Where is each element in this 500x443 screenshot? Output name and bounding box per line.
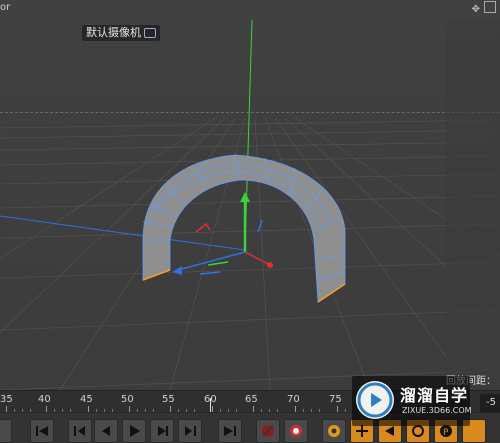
go-to-start-icon[interactable] [30, 419, 54, 443]
horizon-line [0, 112, 500, 113]
timeline-tick: 55 [162, 394, 175, 405]
timeline-tick: 45 [80, 394, 93, 405]
go-to-end-icon[interactable] [218, 419, 242, 443]
step-back-icon[interactable] [94, 419, 118, 443]
next-key-icon[interactable] [178, 419, 202, 443]
watermark-logo [356, 381, 394, 419]
timeline-tick: 65 [245, 394, 258, 405]
timeline-tick: 70 [287, 394, 300, 405]
timeline-tick: 35 [0, 394, 13, 405]
scene-canvas[interactable] [0, 0, 500, 390]
step-forward-icon[interactable] [150, 419, 174, 443]
timeline-tick: 40 [38, 394, 51, 405]
camera-label[interactable]: 默认摄像机 [82, 25, 160, 41]
current-frame-field[interactable]: -5 [480, 394, 500, 412]
record-off-icon[interactable] [256, 419, 280, 443]
svg-text:P: P [443, 428, 449, 438]
settings-icon[interactable] [322, 419, 346, 443]
play-icon[interactable] [122, 419, 146, 443]
watermark: 溜溜自学 ZIXUE.3D66.COM [352, 376, 472, 426]
camera-icon [144, 28, 156, 38]
autokey-icon[interactable] [284, 419, 308, 443]
camera-label-text: 默认摄像机 [86, 26, 141, 39]
side-panel [446, 18, 500, 390]
3d-viewport[interactable]: or ✥ 默认摄像机 回放间距： [0, 0, 500, 390]
watermark-name: 溜溜自学 [400, 386, 469, 405]
world-z-axis [0, 215, 246, 251]
previous-icon[interactable] [0, 419, 12, 443]
timeline-tick: 50 [121, 394, 134, 405]
previous-key-icon[interactable] [68, 419, 92, 443]
timeline-tick: 75 [329, 394, 342, 405]
watermark-url: ZIXUE.3D66.COM [402, 406, 472, 415]
